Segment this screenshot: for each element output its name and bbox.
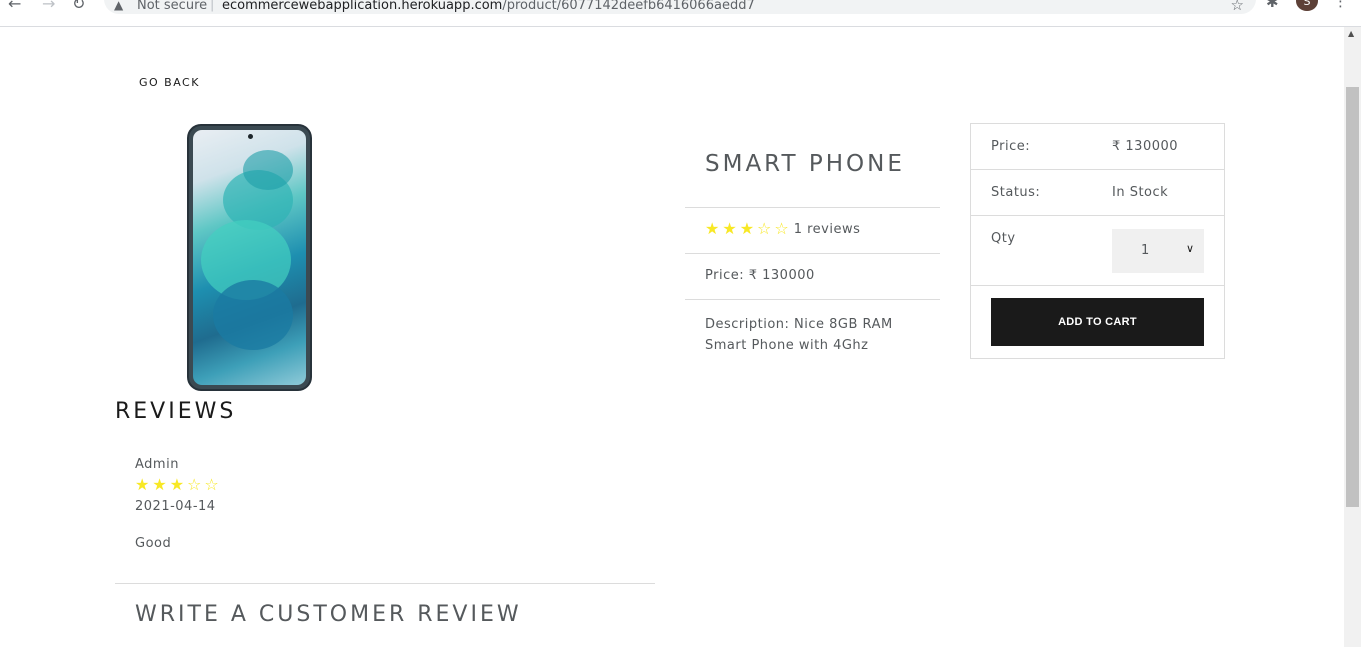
product-info-divider bbox=[685, 207, 940, 208]
product-description: Description: Nice 8GB RAM Smart Phone wi… bbox=[705, 317, 893, 353]
card-status-row: Status: In Stock bbox=[971, 170, 1224, 216]
add-to-cart-button[interactable]: ADD TO CART bbox=[991, 298, 1204, 346]
profile-avatar[interactable]: S bbox=[1296, 0, 1318, 11]
url-host: ecommercewebapplication.herokuapp.com bbox=[222, 0, 503, 13]
star-empty-icon: ☆ bbox=[774, 219, 789, 238]
star-filled-icon: ★ bbox=[169, 475, 185, 494]
scroll-up-arrow-icon[interactable]: ▲ bbox=[1348, 29, 1354, 38]
browser-menu-icon[interactable]: ⋮ bbox=[1333, 0, 1348, 10]
review-author: Admin bbox=[135, 457, 179, 472]
product-rating-stars: ★ ★ ★ ☆ ☆ bbox=[705, 221, 789, 237]
reviews-divider bbox=[115, 583, 655, 584]
product-image bbox=[187, 124, 312, 391]
product-info-divider bbox=[685, 253, 940, 254]
address-bar[interactable]: ▲ Not secure | ecommercewebapplication.h… bbox=[104, 0, 1256, 14]
address-separator: | bbox=[210, 0, 215, 12]
quantity-value: 1 bbox=[1141, 243, 1150, 258]
star-filled-icon: ★ bbox=[705, 219, 720, 238]
chevron-down-icon: ∨ bbox=[1186, 242, 1195, 255]
forward-arrow-icon[interactable]: → bbox=[42, 0, 55, 13]
reload-icon[interactable]: ↻ bbox=[72, 0, 85, 13]
url-path: /product/6077142deefb6416066aedd7 bbox=[502, 0, 755, 13]
review-date: 2021-04-14 bbox=[135, 499, 216, 514]
card-status-label: Status: bbox=[991, 185, 1041, 200]
star-filled-icon: ★ bbox=[135, 475, 150, 494]
product-rating-row: ★ ★ ★ ☆ ☆ 1 reviews bbox=[705, 221, 860, 237]
phone-camera bbox=[248, 134, 253, 139]
card-qty-label: Qty bbox=[991, 231, 1016, 246]
quantity-select[interactable]: 1 ∨ bbox=[1112, 229, 1204, 273]
product-price: Price: ₹ 130000 bbox=[705, 268, 815, 283]
star-empty-icon: ☆ bbox=[187, 475, 202, 494]
star-empty-icon: ☆ bbox=[757, 219, 772, 238]
card-price-value: ₹ 130000 bbox=[1112, 139, 1179, 154]
card-status-value: In Stock bbox=[1112, 185, 1169, 200]
purchase-card: Price: ₹ 130000 Status: In Stock Qty 1 ∨… bbox=[970, 123, 1225, 359]
product-info-divider bbox=[685, 299, 940, 300]
page-scrollbar[interactable]: ▲ bbox=[1344, 27, 1361, 647]
reviews-heading: REVIEWS bbox=[115, 399, 237, 424]
phone-screen bbox=[193, 130, 306, 385]
warning-icon[interactable]: ▲ bbox=[114, 0, 123, 12]
security-label: Not secure bbox=[137, 0, 208, 13]
product-reviews-count: 1 reviews bbox=[793, 221, 861, 237]
extensions-puzzle-icon[interactable]: ✱ bbox=[1266, 0, 1279, 11]
review-comment: Good bbox=[135, 536, 172, 551]
star-filled-icon: ★ bbox=[722, 219, 737, 238]
go-back-button[interactable]: GO BACK bbox=[128, 72, 211, 93]
bookmark-star-icon[interactable]: ☆ bbox=[1231, 0, 1244, 14]
star-filled-icon: ★ bbox=[152, 475, 167, 494]
browser-toolbar: ← → ↻ ▲ Not secure | ecommercewebapplica… bbox=[0, 0, 1361, 27]
card-qty-row: Qty 1 ∨ bbox=[971, 216, 1224, 286]
review-rating: ★ ★ ★ ☆ ☆ bbox=[135, 477, 219, 493]
star-empty-icon: ☆ bbox=[204, 475, 219, 494]
card-price-row: Price: ₹ 130000 bbox=[971, 124, 1224, 170]
url-text[interactable]: ecommercewebapplication.herokuapp.com/pr… bbox=[222, 0, 755, 13]
write-review-heading: WRITE A CUSTOMER REVIEW bbox=[135, 602, 522, 627]
star-filled-icon: ★ bbox=[739, 219, 755, 238]
product-title: SMART PHONE bbox=[705, 151, 905, 177]
scrollbar-thumb[interactable] bbox=[1346, 87, 1359, 507]
back-arrow-icon[interactable]: ← bbox=[8, 0, 21, 13]
card-price-label: Price: bbox=[991, 139, 1031, 154]
